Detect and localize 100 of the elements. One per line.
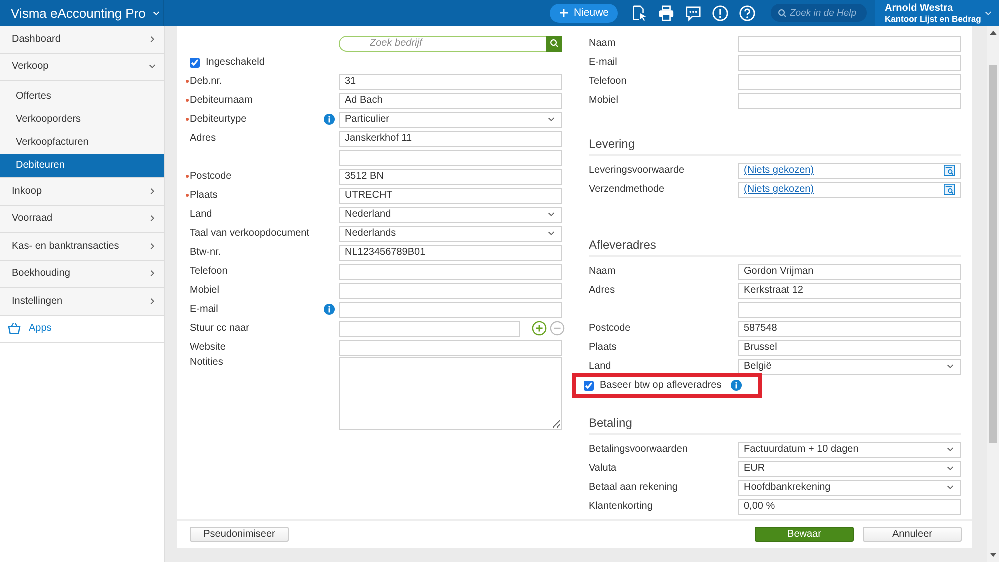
add-icon[interactable] (532, 321, 547, 336)
field-label: Telefoon (589, 76, 627, 87)
field-label: Adres (589, 285, 616, 296)
dropdown[interactable]: Factuurdatum + 10 dagen (738, 442, 961, 458)
scrollbar-thumb[interactable] (989, 65, 997, 443)
field-label: Mobiel (190, 285, 220, 296)
field-label: Mobiel (589, 95, 618, 106)
input-field[interactable]: 587548 (738, 320, 961, 336)
save-button[interactable]: Bewaar (755, 527, 854, 542)
field-label: Deb.nr. (190, 76, 222, 87)
search-icon (778, 9, 787, 18)
checkbox-label: Baseer btw op afleveradres (600, 380, 722, 391)
dropdown[interactable]: Nederland (339, 206, 562, 222)
input-field[interactable] (339, 282, 562, 298)
scroll-up-icon[interactable] (990, 30, 996, 35)
scroll-down-icon[interactable] (990, 553, 996, 558)
chat-icon[interactable] (685, 4, 702, 22)
input-field[interactable] (339, 320, 520, 336)
remove-icon[interactable] (550, 321, 565, 336)
field-label: Postcode (190, 171, 232, 182)
checkbox[interactable] (190, 58, 200, 68)
dropdown[interactable]: Particulier (339, 112, 562, 128)
chevron-down-icon (946, 445, 955, 454)
chevron-down-icon (148, 62, 157, 72)
link[interactable]: (Niets gekozen) (744, 165, 814, 176)
alert-icon[interactable] (712, 4, 729, 22)
field-label: Postcode (589, 323, 631, 334)
chevron-down-icon (547, 210, 556, 219)
search-icon (550, 39, 558, 48)
scrollbar[interactable] (987, 26, 999, 562)
input-field[interactable]: Kerkstraat 12 (738, 282, 961, 298)
input-field[interactable]: Gordon Vrijman (738, 264, 961, 280)
search-button[interactable] (546, 36, 562, 52)
field-label: Taal van verkoopdocument (190, 228, 310, 239)
sidebar-subitem[interactable]: Offertes (0, 85, 164, 108)
input-field[interactable]: Janskerkhof 11 (339, 130, 562, 146)
printer-icon[interactable] (658, 4, 675, 22)
lookup-icon[interactable] (944, 165, 955, 176)
user-name: Arnold Westra (885, 2, 954, 14)
sidebar-item[interactable]: Boekhouding (0, 260, 164, 288)
chevron-right-icon (148, 34, 157, 44)
input-field[interactable]: Brussel (738, 340, 961, 356)
field-label: Verzendmethode (589, 184, 665, 195)
field-label: Valuta (589, 463, 617, 474)
sidebar-item[interactable]: Kas- en banktransacties (0, 233, 164, 260)
field-label: Debiteurnaam (190, 95, 253, 106)
field-label: Debiteurtype (190, 114, 247, 125)
input-field[interactable] (339, 150, 562, 166)
help-icon[interactable] (739, 4, 756, 22)
document-cursor-icon[interactable] (631, 4, 648, 22)
link[interactable]: (Niets gekozen) (744, 184, 814, 195)
app-title: Visma eAccounting Pro (11, 6, 146, 20)
checkbox[interactable] (584, 380, 594, 390)
help-search-field[interactable]: Zoek in de Help (771, 4, 867, 22)
dropdown[interactable]: België (738, 358, 961, 374)
input-field[interactable] (738, 74, 961, 90)
section-heading: Afleveradres (589, 238, 656, 252)
sidebar-item[interactable]: Voorraad (0, 206, 164, 233)
field-label: Telefoon (190, 266, 228, 277)
sidebar-item[interactable]: Verkoop (0, 54, 164, 81)
sidebar-item[interactable]: Apps (0, 316, 164, 343)
input-field[interactable] (738, 92, 961, 108)
notes-field[interactable] (339, 357, 562, 430)
field-label: Naam (589, 266, 616, 277)
input-field[interactable] (738, 54, 961, 70)
input-field[interactable] (738, 36, 961, 52)
new-button[interactable]: Nieuwe (550, 4, 618, 22)
dropdown[interactable]: EUR (738, 460, 961, 476)
info-icon[interactable] (324, 114, 335, 125)
action-button[interactable]: Pseudonimiseer (190, 527, 289, 542)
input-field[interactable] (339, 264, 562, 280)
chevron-down-icon (946, 464, 955, 473)
field-label: Land (589, 361, 612, 372)
sidebar-item[interactable]: Inkoop (0, 178, 164, 206)
input-field[interactable] (339, 302, 562, 318)
chevron-down-icon (946, 483, 955, 492)
sidebar-subitem[interactable]: Verkoopfacturen (0, 131, 164, 154)
input-field[interactable]: 31 (339, 74, 562, 90)
chevron-right-icon (148, 214, 157, 224)
info-icon[interactable] (324, 304, 335, 315)
company-search-field[interactable]: Zoek bedrijf (339, 36, 546, 52)
sidebar-item[interactable]: Instellingen (0, 288, 164, 316)
chevron-right-icon (148, 269, 157, 278)
section-heading: Levering (589, 137, 636, 151)
input-field[interactable] (738, 302, 961, 318)
lookup-icon[interactable] (944, 184, 955, 195)
input-field[interactable]: UTRECHT (339, 188, 562, 204)
dropdown[interactable]: Nederlands (339, 226, 562, 242)
dropdown[interactable]: Hoofdbankrekening (738, 480, 961, 496)
input-field[interactable] (339, 340, 562, 356)
input-field[interactable]: 0,00 % (738, 498, 961, 514)
input-field[interactable]: Ad Bach (339, 92, 562, 108)
sidebar-subitem[interactable]: Verkooporders (0, 108, 164, 131)
action-button[interactable]: Annuleer (863, 527, 962, 542)
sidebar-subitem[interactable]: Debiteuren (0, 154, 164, 177)
field-label: Notities (190, 357, 224, 368)
info-icon[interactable] (730, 380, 742, 391)
input-field[interactable]: 3512 BN (339, 168, 562, 184)
input-field[interactable]: NL123456789B01 (339, 244, 562, 260)
sidebar-item[interactable]: Dashboard (0, 26, 164, 54)
